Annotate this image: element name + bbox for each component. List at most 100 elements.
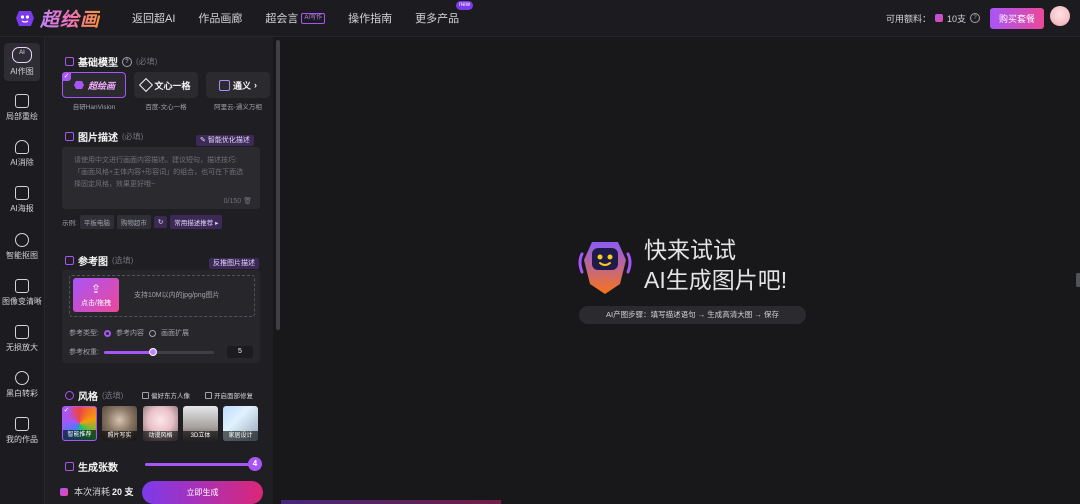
rail-item-upscale[interactable]: 无损放大 (0, 325, 44, 353)
help-icon[interactable]: ? (969, 13, 980, 23)
steps-hint: AI产图步骤：填写描述语句 → 生成高清大图 → 保存 (579, 306, 806, 324)
optional-hint: (选填) (112, 256, 134, 265)
checkbox[interactable] (205, 391, 212, 399)
reference-weight-input[interactable]: 5 (226, 346, 253, 358)
radio-image-expand[interactable] (148, 329, 156, 337)
style-label: 动漫风格 (143, 431, 178, 441)
canvas-area: 快来试试 AI生成图片吧! AI产图步骤：填写描述语句 → 生成高清大图 → 保… (281, 37, 1080, 504)
rail-item-my-works[interactable]: 我的作品 (0, 417, 44, 445)
slider-fill (103, 350, 154, 354)
nav-more-products[interactable]: 更多产品 new (415, 1, 474, 26)
trash-icon[interactable]: 🗑 (243, 198, 252, 205)
enhance-icon (15, 279, 29, 293)
colorize-icon (15, 371, 29, 385)
char-counter: 0/150 🗑 (224, 197, 252, 205)
checkbox[interactable] (142, 391, 149, 399)
rail-label: 我的作品 (6, 435, 38, 444)
nav-guide[interactable]: 操作指南 (348, 10, 392, 26)
reference-weight-slider[interactable] (103, 347, 214, 356)
chevron-right-icon[interactable]: › (254, 80, 257, 90)
rail-item-cutout[interactable]: 智能抠图 (0, 233, 44, 261)
nav-back-to-ai[interactable]: 返回超AI (132, 10, 175, 26)
smart-optimize-button[interactable]: ✎ 智能优化描述 (196, 135, 254, 146)
rail-item-colorize[interactable]: 黑白转彩 (0, 371, 44, 399)
hero-line-1: 快来试试 (644, 237, 736, 263)
panel-scrollbar[interactable] (276, 40, 280, 330)
mascot-robot-icon (578, 242, 632, 294)
nav-label: 返回超AI (132, 13, 176, 25)
ai-writing-badge: AI写作 (301, 12, 326, 24)
model-card-chaohuihua[interactable]: ✓ 超绘画 (62, 72, 126, 98)
reference-weight-row: 参考权重: 5 (69, 346, 253, 358)
option-label: 开启面部修复 (214, 393, 253, 400)
style-label: 智能推荐 (63, 430, 96, 440)
upload-label: 点击/拖拽 (81, 300, 111, 307)
avatar[interactable] (1050, 6, 1070, 26)
upload-dropzone[interactable]: ⇪ 点击/拖拽 支持10M以内的jpg/png图片 (69, 275, 255, 317)
style-title: 风格 (选填) (65, 388, 123, 403)
slider-thumb[interactable] (149, 347, 158, 356)
rail-label: 无损放大 (6, 343, 38, 352)
common-descriptions-button[interactable]: 常用描述推荐 ▸ (170, 215, 223, 229)
rail-item-inpaint[interactable]: 局部重绘 (0, 94, 44, 122)
model-card-wenxin[interactable]: 文心一格 (134, 72, 198, 98)
example-chip[interactable]: 购物超市 (116, 215, 151, 229)
style-card-interior[interactable]: 家居设计 (223, 406, 258, 441)
count-slider[interactable]: 4 (145, 457, 262, 471)
image-icon (65, 132, 74, 141)
buy-package-button[interactable]: 购买套餐 (989, 7, 1044, 29)
check-icon: ✓ (62, 72, 71, 81)
count-icon (65, 462, 74, 471)
nav-chaohuiyan[interactable]: 超会言 AI写作 (265, 10, 326, 26)
count-slider-thumb[interactable]: 4 (248, 457, 262, 471)
section-title-text: 风格 (78, 392, 98, 403)
rail-label: 局部重绘 (6, 112, 38, 121)
example-chip[interactable]: 平板电脑 (79, 215, 114, 229)
nav-label: 作品画廊 (198, 13, 243, 25)
works-icon (15, 417, 29, 431)
rail-item-poster[interactable]: AI海报 (0, 186, 44, 214)
option-eastern-portrait[interactable]: 偏好东方人像 (142, 390, 190, 400)
radio-label: 参考内容 (115, 330, 144, 337)
model-caption: 自研HanVision (72, 104, 116, 111)
reference-weight-label: 参考权重: (69, 349, 99, 356)
rail-label: 图像变清晰 (2, 297, 42, 306)
nav-label: 操作指南 (348, 13, 393, 25)
rail-item-enhance[interactable]: 图像变清晰 (0, 279, 44, 307)
required-hint: (必填) (122, 132, 144, 141)
help-icon[interactable]: ? (122, 56, 132, 67)
upload-button[interactable]: ⇪ 点击/拖拽 (73, 278, 119, 312)
reference-title: 参考图 (选填) (65, 253, 133, 268)
side-handle[interactable] (1076, 273, 1080, 287)
generate-button[interactable]: 立即生成 (142, 481, 263, 504)
section-title-text: 图片描述 (78, 133, 118, 144)
model-name: 超绘画 (87, 80, 115, 91)
example-prompts: 示例: 平板电脑 购物超市 ↻ 常用描述推荐 ▸ (62, 215, 223, 229)
wenxin-logo-icon (139, 77, 154, 93)
model-name: 文心一格 (154, 80, 191, 91)
style-card-smart[interactable]: ✓ 智能推荐 (62, 406, 97, 441)
style-card-anime[interactable]: 动漫风格 (143, 406, 178, 441)
nav-gallery[interactable]: 作品画廊 (198, 10, 242, 26)
eraser-icon (15, 140, 29, 154)
ai-icon: AI (12, 47, 32, 63)
upscale-icon (15, 325, 29, 339)
radio-reference-content[interactable] (103, 329, 111, 337)
rail-item-erase[interactable]: AI消除 (0, 140, 44, 168)
option-face-restore[interactable]: 开启面部修复 (205, 390, 253, 400)
refresh-icon[interactable]: ↻ (153, 216, 168, 228)
style-card-photo[interactable]: 照片写实 (102, 406, 137, 441)
rail-item-ai-draw[interactable]: AI AI作图 (0, 43, 44, 81)
model-card-tongyi[interactable]: 通义 › (206, 72, 270, 98)
description-textarea[interactable]: 请使用中文进行画面内容描述。建议短句，描述技巧:「画面风格+主体内容+形容词」的… (62, 147, 260, 209)
account-area: 可用额料： 10支 ? 购买套餐 (886, 0, 1044, 36)
check-icon: ✓ (63, 407, 71, 415)
nav-label: 更多产品 (415, 13, 460, 25)
upload-icon: ⇪ (90, 282, 102, 296)
rail-label: 黑白转彩 (6, 389, 38, 398)
reverse-describe-button[interactable]: 反推图片描述 (209, 258, 259, 269)
logo[interactable]: 超绘画 (14, 4, 100, 32)
required-hint: (必填) (136, 57, 158, 66)
config-panel: 基础模型 ? (必填) ✓ 超绘画 文心一格 通义 › 自研HanVision … (45, 37, 273, 504)
style-card-3d[interactable]: 3D立体 (183, 406, 218, 441)
